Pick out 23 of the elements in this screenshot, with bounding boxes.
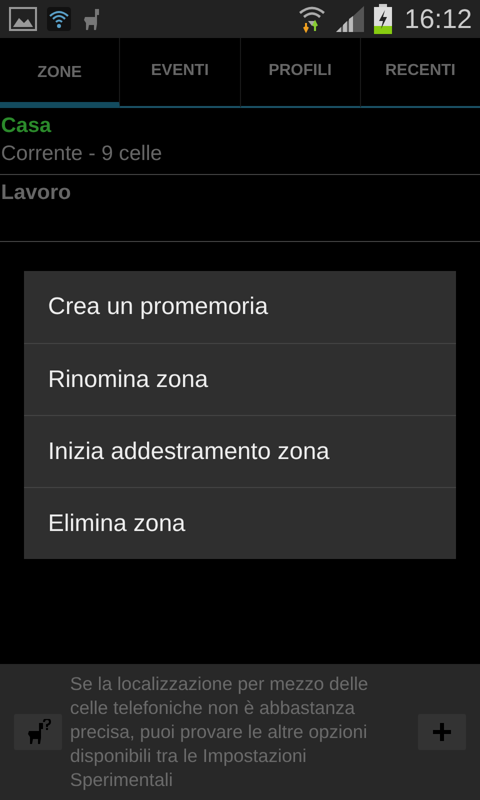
signal-icon	[336, 6, 364, 32]
clock: 16:12	[404, 4, 472, 34]
help-button[interactable]	[14, 714, 62, 750]
zone-name: Lavoro	[1, 181, 72, 205]
picture-icon	[9, 7, 37, 31]
zone-name: Casa	[1, 114, 52, 138]
menu-item[interactable]: Elimina zona	[24, 487, 456, 559]
menu-item[interactable]: Rinomina zona	[24, 343, 456, 415]
tab[interactable]: PROFILI	[240, 38, 361, 108]
battery-charging-icon	[374, 4, 392, 34]
zone-row[interactable]: Lavoro	[0, 175, 480, 242]
menu-item[interactable]: Crea un promemoria	[24, 271, 456, 343]
menu-item[interactable]: Inizia addestramento zona	[24, 415, 456, 487]
zone-detail: Corrente - 9 celle	[1, 142, 164, 166]
hint-text: Se la localizzazione per mezzo delle celle telefoniche non è abbastanza precisa, puoi provare le altre opzioni disponibili tra le Impostazioni Sperimentali	[69, 672, 370, 792]
plus-icon	[433, 723, 451, 741]
tab[interactable]: EVENTI	[120, 38, 240, 108]
tab[interactable]: ZONE	[0, 38, 120, 108]
wifi-icon	[47, 7, 71, 31]
wifi-data-icon	[298, 5, 326, 33]
add-button[interactable]	[418, 714, 466, 750]
llama-question-icon	[25, 719, 51, 745]
zone-row[interactable]: Casa Corrente - 9 celle	[0, 108, 480, 175]
